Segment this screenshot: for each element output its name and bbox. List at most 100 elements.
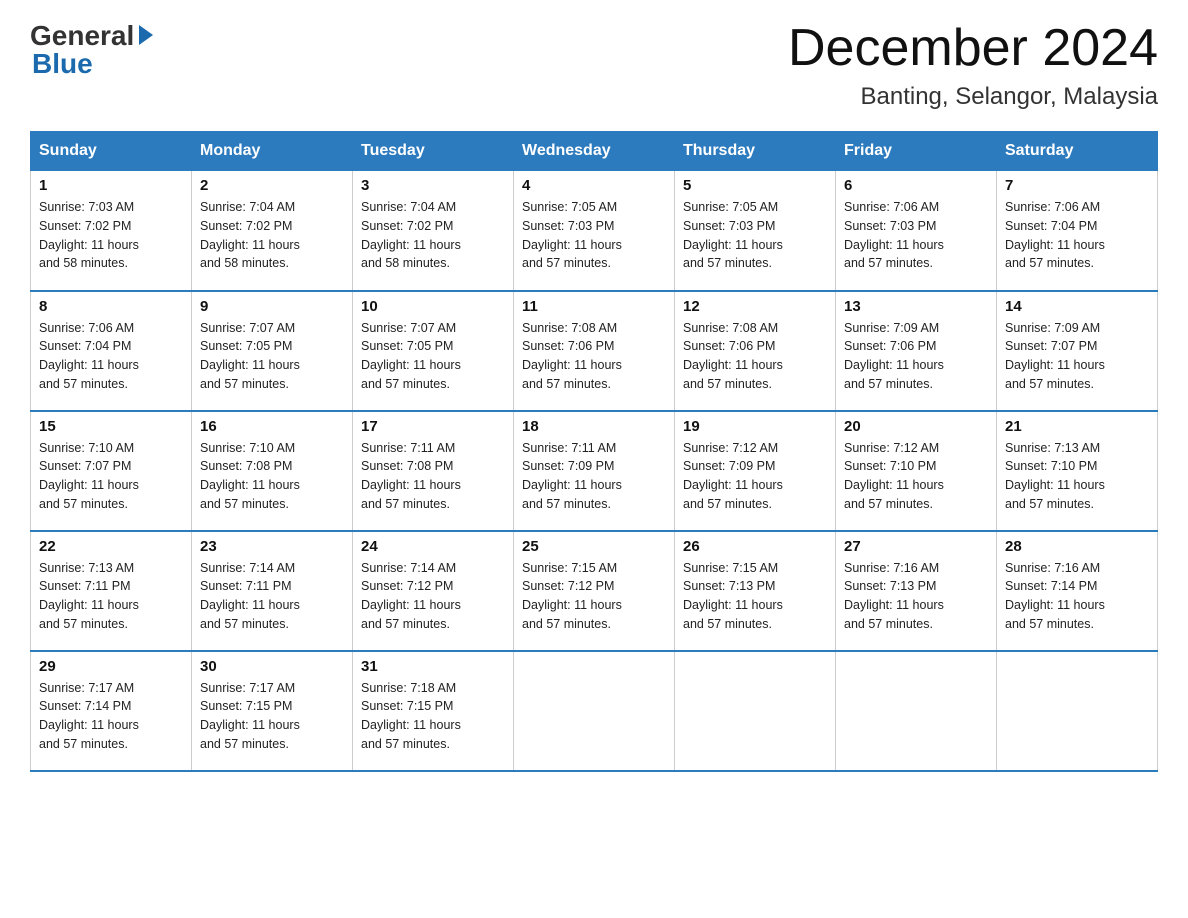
day-number: 7	[1005, 177, 1149, 194]
calendar-header-row: SundayMondayTuesdayWednesdayThursdayFrid…	[31, 132, 1158, 171]
day-number: 14	[1005, 298, 1149, 315]
day-info: Sunrise: 7:11 AMSunset: 7:09 PMDaylight:…	[522, 439, 666, 514]
day-info: Sunrise: 7:16 AMSunset: 7:14 PMDaylight:…	[1005, 559, 1149, 634]
day-number: 2	[200, 177, 344, 194]
day-number: 18	[522, 418, 666, 435]
day-info: Sunrise: 7:10 AMSunset: 7:07 PMDaylight:…	[39, 439, 183, 514]
day-number: 26	[683, 538, 827, 555]
calendar-week-row: 15 Sunrise: 7:10 AMSunset: 7:07 PMDayligh…	[31, 411, 1158, 531]
calendar-cell	[514, 651, 675, 771]
day-number: 3	[361, 177, 505, 194]
location-title: Banting, Selangor, Malaysia	[788, 83, 1158, 111]
logo-arrow-icon	[139, 25, 153, 45]
calendar-cell: 28 Sunrise: 7:16 AMSunset: 7:14 PMDayligh…	[997, 531, 1158, 651]
calendar-cell: 8Sunrise: 7:06 AMSunset: 7:04 PMDaylight…	[31, 291, 192, 411]
day-info: Sunrise: 7:05 AMSunset: 7:03 PMDaylight:…	[522, 198, 666, 273]
calendar-cell: 24 Sunrise: 7:14 AMSunset: 7:12 PMDayligh…	[353, 531, 514, 651]
day-info: Sunrise: 7:13 AMSunset: 7:10 PMDaylight:…	[1005, 439, 1149, 514]
header-saturday: Saturday	[997, 132, 1158, 171]
logo: General Blue	[30, 20, 153, 80]
day-info: Sunrise: 7:18 AMSunset: 7:15 PMDaylight:…	[361, 679, 505, 754]
calendar-cell: 7 Sunrise: 7:06 AMSunset: 7:04 PMDaylight…	[997, 171, 1158, 291]
calendar-week-row: 29Sunrise: 7:17 AMSunset: 7:14 PMDayligh…	[31, 651, 1158, 771]
calendar-cell: 14 Sunrise: 7:09 AMSunset: 7:07 PMDayligh…	[997, 291, 1158, 411]
month-title: December 2024	[788, 20, 1158, 77]
header-thursday: Thursday	[675, 132, 836, 171]
calendar-week-row: 22Sunrise: 7:13 AMSunset: 7:11 PMDayligh…	[31, 531, 1158, 651]
day-number: 5	[683, 177, 827, 194]
day-number: 11	[522, 298, 666, 315]
calendar-cell: 19 Sunrise: 7:12 AMSunset: 7:09 PMDayligh…	[675, 411, 836, 531]
day-number: 16	[200, 418, 344, 435]
day-number: 15	[39, 418, 183, 435]
calendar-cell: 3Sunrise: 7:04 AMSunset: 7:02 PMDaylight…	[353, 171, 514, 291]
day-info: Sunrise: 7:12 AMSunset: 7:10 PMDaylight:…	[844, 439, 988, 514]
day-number: 23	[200, 538, 344, 555]
day-info: Sunrise: 7:09 AMSunset: 7:07 PMDaylight:…	[1005, 319, 1149, 394]
day-number: 21	[1005, 418, 1149, 435]
day-number: 9	[200, 298, 344, 315]
day-info: Sunrise: 7:12 AMSunset: 7:09 PMDaylight:…	[683, 439, 827, 514]
day-number: 17	[361, 418, 505, 435]
day-number: 6	[844, 177, 988, 194]
calendar-cell: 17 Sunrise: 7:11 AMSunset: 7:08 PMDayligh…	[353, 411, 514, 531]
calendar-cell: 16Sunrise: 7:10 AMSunset: 7:08 PMDayligh…	[192, 411, 353, 531]
day-number: 8	[39, 298, 183, 315]
calendar-cell: 27 Sunrise: 7:16 AMSunset: 7:13 PMDayligh…	[836, 531, 997, 651]
day-number: 19	[683, 418, 827, 435]
day-info: Sunrise: 7:06 AMSunset: 7:04 PMDaylight:…	[1005, 198, 1149, 273]
day-info: Sunrise: 7:14 AMSunset: 7:12 PMDaylight:…	[361, 559, 505, 634]
calendar-cell: 13 Sunrise: 7:09 AMSunset: 7:06 PMDayligh…	[836, 291, 997, 411]
day-number: 4	[522, 177, 666, 194]
day-info: Sunrise: 7:15 AMSunset: 7:12 PMDaylight:…	[522, 559, 666, 634]
calendar-cell	[836, 651, 997, 771]
day-info: Sunrise: 7:17 AMSunset: 7:14 PMDaylight:…	[39, 679, 183, 754]
header-wednesday: Wednesday	[514, 132, 675, 171]
day-info: Sunrise: 7:03 AMSunset: 7:02 PMDaylight:…	[39, 198, 183, 273]
calendar-cell: 11 Sunrise: 7:08 AMSunset: 7:06 PMDayligh…	[514, 291, 675, 411]
day-number: 30	[200, 658, 344, 675]
day-info: Sunrise: 7:07 AMSunset: 7:05 PMDaylight:…	[361, 319, 505, 394]
logo-blue: Blue	[30, 48, 93, 80]
header-sunday: Sunday	[31, 132, 192, 171]
day-number: 12	[683, 298, 827, 315]
calendar-cell: 1 Sunrise: 7:03 AMSunset: 7:02 PMDaylight…	[31, 171, 192, 291]
calendar-cell: 31 Sunrise: 7:18 AMSunset: 7:15 PMDayligh…	[353, 651, 514, 771]
calendar-cell: 5 Sunrise: 7:05 AMSunset: 7:03 PMDaylight…	[675, 171, 836, 291]
calendar-cell: 12Sunrise: 7:08 AMSunset: 7:06 PMDayligh…	[675, 291, 836, 411]
calendar-cell	[675, 651, 836, 771]
day-info: Sunrise: 7:14 AMSunset: 7:11 PMDaylight:…	[200, 559, 344, 634]
calendar-cell: 18 Sunrise: 7:11 AMSunset: 7:09 PMDayligh…	[514, 411, 675, 531]
calendar-cell: 20 Sunrise: 7:12 AMSunset: 7:10 PMDayligh…	[836, 411, 997, 531]
calendar-cell: 21 Sunrise: 7:13 AMSunset: 7:10 PMDayligh…	[997, 411, 1158, 531]
day-info: Sunrise: 7:16 AMSunset: 7:13 PMDaylight:…	[844, 559, 988, 634]
day-number: 20	[844, 418, 988, 435]
day-number: 22	[39, 538, 183, 555]
day-info: Sunrise: 7:05 AMSunset: 7:03 PMDaylight:…	[683, 198, 827, 273]
day-number: 31	[361, 658, 505, 675]
day-number: 27	[844, 538, 988, 555]
day-number: 24	[361, 538, 505, 555]
day-number: 25	[522, 538, 666, 555]
day-info: Sunrise: 7:09 AMSunset: 7:06 PMDaylight:…	[844, 319, 988, 394]
calendar-cell: 6Sunrise: 7:06 AMSunset: 7:03 PMDaylight…	[836, 171, 997, 291]
day-number: 1	[39, 177, 183, 194]
calendar-week-row: 8Sunrise: 7:06 AMSunset: 7:04 PMDaylight…	[31, 291, 1158, 411]
day-number: 10	[361, 298, 505, 315]
calendar-cell: 30Sunrise: 7:17 AMSunset: 7:15 PMDayligh…	[192, 651, 353, 771]
day-number: 28	[1005, 538, 1149, 555]
calendar-cell: 23 Sunrise: 7:14 AMSunset: 7:11 PMDayligh…	[192, 531, 353, 651]
title-section: December 2024 Banting, Selangor, Malaysi…	[788, 20, 1158, 111]
header-friday: Friday	[836, 132, 997, 171]
page-header: General Blue December 2024 Banting, Sela…	[30, 20, 1158, 111]
day-info: Sunrise: 7:07 AMSunset: 7:05 PMDaylight:…	[200, 319, 344, 394]
day-info: Sunrise: 7:15 AMSunset: 7:13 PMDaylight:…	[683, 559, 827, 634]
day-info: Sunrise: 7:08 AMSunset: 7:06 PMDaylight:…	[522, 319, 666, 394]
calendar-cell: 29Sunrise: 7:17 AMSunset: 7:14 PMDayligh…	[31, 651, 192, 771]
calendar-cell: 26 Sunrise: 7:15 AMSunset: 7:13 PMDayligh…	[675, 531, 836, 651]
calendar-cell: 9 Sunrise: 7:07 AMSunset: 7:05 PMDaylight…	[192, 291, 353, 411]
calendar-cell: 2Sunrise: 7:04 AMSunset: 7:02 PMDaylight…	[192, 171, 353, 291]
day-info: Sunrise: 7:11 AMSunset: 7:08 PMDaylight:…	[361, 439, 505, 514]
day-number: 13	[844, 298, 988, 315]
header-tuesday: Tuesday	[353, 132, 514, 171]
